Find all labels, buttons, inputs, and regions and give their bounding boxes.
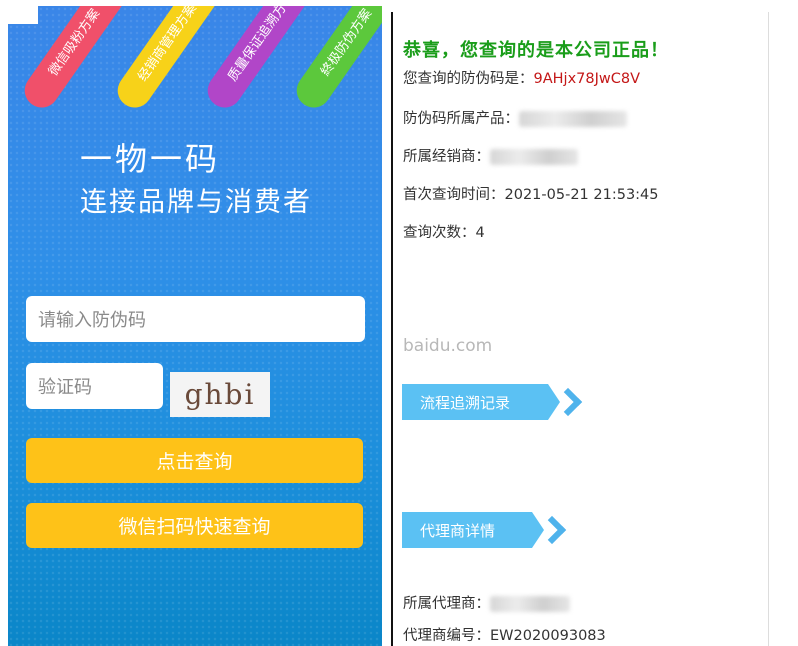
- code-value: 9AHjx78JwC8V: [533, 71, 641, 87]
- first-query-row: 首次查询时间：2021-05-21 21:53:45: [403, 183, 659, 204]
- first-query-label: 首次查询时间：: [403, 187, 505, 203]
- product-value-redacted: [519, 111, 627, 127]
- wechat-button-label: 微信扫码快速查询: [118, 516, 271, 538]
- query-button[interactable]: 点击查询: [26, 438, 363, 483]
- vertical-divider: [391, 12, 393, 646]
- slogan-line-1: 一物一码: [80, 140, 221, 178]
- trace-tag-label: 流程追溯记录: [420, 393, 511, 412]
- agent-details-tag[interactable]: 代理商详情: [402, 512, 567, 548]
- code-label: 您查询的防伪码是：: [403, 71, 534, 87]
- first-query-value: 2021-05-21 21:53:45: [504, 187, 659, 203]
- dealer-value-redacted: [490, 149, 578, 165]
- agent-tag-label: 代理商详情: [420, 521, 496, 540]
- agent-tag-body: 代理商详情: [402, 512, 544, 548]
- left-promo-panel: 微信吸粉方案 经销商管理方案 质量保证追溯方 終极防伪方案 一物一码 连接品牌与…: [8, 6, 382, 646]
- right-border-line: [768, 12, 769, 646]
- trace-record-tag[interactable]: 流程追溯记录: [402, 384, 583, 420]
- captcha-image[interactable]: ghbi: [170, 372, 270, 417]
- watermark-text: baidu.com: [403, 336, 493, 356]
- captcha-input[interactable]: 验证码: [26, 363, 163, 409]
- code-row: 您查询的防伪码是：9AHjx78JwC8V: [403, 67, 640, 88]
- agent-row: 所属代理商：: [403, 592, 570, 613]
- anti-counterfeit-code-input[interactable]: 请输入防伪码: [26, 296, 365, 342]
- slogan-line-2: 连接品牌与消费者: [80, 187, 312, 218]
- product-row: 防伪码所属产品：: [403, 107, 627, 128]
- agent-label: 所属代理商：: [403, 596, 490, 612]
- code-input-placeholder: 请输入防伪码: [38, 310, 146, 331]
- product-label: 防伪码所属产品：: [403, 111, 519, 127]
- chevron-right-icon: [553, 387, 583, 417]
- query-count-label: 查询次数：: [403, 225, 476, 241]
- agent-number-row: 代理商编号：EW2020093083: [403, 624, 606, 645]
- query-count-value: 4: [475, 225, 485, 241]
- chevron-right-icon: [537, 515, 567, 545]
- dealer-label: 所属经销商：: [403, 149, 490, 165]
- verification-result-headline: 恭喜，您查询的是本公司正品！: [403, 40, 669, 61]
- dealer-row: 所属经销商：: [403, 145, 578, 166]
- agent-number-label: 代理商编号：: [403, 628, 490, 644]
- wechat-scan-query-button[interactable]: 微信扫码快速查询: [26, 503, 363, 548]
- corner-block: [8, 6, 38, 24]
- query-button-label: 点击查询: [156, 451, 233, 473]
- agent-value-redacted: [490, 596, 570, 612]
- trace-tag-body: 流程追溯记录: [402, 384, 560, 420]
- captcha-input-placeholder: 验证码: [38, 377, 92, 398]
- query-count-row: 查询次数：4: [403, 221, 485, 242]
- captcha-text: ghbi: [184, 378, 256, 411]
- agent-number-value: EW2020093083: [490, 628, 606, 644]
